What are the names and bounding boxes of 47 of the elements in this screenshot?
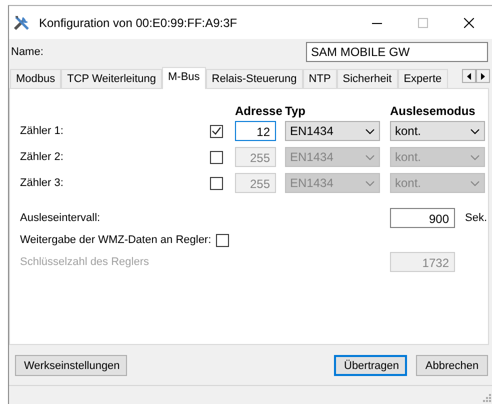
window-title: Konfiguration von 00:E0:99:FF:A9:3F bbox=[39, 16, 238, 30]
maximize-icon bbox=[418, 18, 428, 28]
meter-label: Zähler 2: bbox=[20, 151, 64, 163]
chevron-down-icon bbox=[470, 180, 480, 186]
checkmark-icon bbox=[212, 127, 221, 135]
chevron-down-icon bbox=[470, 154, 480, 160]
checkbox[interactable] bbox=[210, 176, 223, 190]
interval-field[interactable]: 900 bbox=[390, 208, 455, 228]
forward-label: Weitergabe der WMZ-Daten an Regler: bbox=[20, 234, 212, 246]
close-icon bbox=[464, 18, 474, 28]
tab[interactable]: Modbus bbox=[10, 69, 62, 88]
left-triangle-icon bbox=[467, 72, 471, 80]
tab[interactable]: Relais-Steuerung bbox=[206, 69, 303, 88]
scroll-left-button[interactable] bbox=[462, 69, 476, 83]
dialog-button[interactable]: Übertragen bbox=[334, 355, 407, 376]
meter-label: Zähler 3: bbox=[20, 177, 64, 189]
address-field[interactable]: 12 bbox=[235, 121, 276, 141]
tab[interactable]: TCP Weiterleitung bbox=[61, 69, 162, 88]
scroll-right-button[interactable] bbox=[476, 69, 490, 83]
tab[interactable]: Sicherheit bbox=[336, 69, 398, 88]
chevron-down-icon bbox=[365, 128, 375, 134]
name-label: Name: bbox=[11, 46, 44, 58]
column-header: Typ bbox=[285, 104, 306, 118]
dialog-button[interactable]: Abbrechen bbox=[416, 355, 488, 376]
chevron-down-icon bbox=[365, 180, 375, 186]
meter-label: Zähler 1: bbox=[20, 125, 64, 137]
interval-label: Ausleseintervall: bbox=[20, 212, 102, 224]
chevron-down-icon bbox=[365, 154, 375, 160]
column-header: Adresse bbox=[235, 104, 282, 118]
unit-label: Sek. bbox=[465, 212, 488, 224]
chevron-down-icon bbox=[470, 128, 480, 134]
mode-dropdown[interactable]: kont. bbox=[390, 121, 485, 141]
checkbox[interactable] bbox=[210, 124, 223, 138]
tools-icon bbox=[13, 14, 31, 32]
name-field[interactable]: SAM MOBILE GW bbox=[306, 42, 488, 62]
right-triangle-icon bbox=[481, 72, 485, 80]
key-label: Schlüsselzahl des Reglers bbox=[20, 256, 150, 268]
tab[interactable]: NTP bbox=[302, 69, 337, 88]
checkbox[interactable] bbox=[210, 150, 223, 164]
key-field: 1732 bbox=[390, 252, 455, 272]
checkbox[interactable] bbox=[216, 234, 230, 246]
resize-grip-icon[interactable] bbox=[483, 394, 491, 402]
tab[interactable]: Experte bbox=[398, 69, 448, 88]
dialog-button[interactable]: Werkseinstellungen bbox=[15, 355, 127, 376]
column-header: Auslesemodus bbox=[390, 104, 476, 118]
type-dropdown[interactable]: EN1434 bbox=[285, 121, 380, 141]
tab[interactable]: M-Bus bbox=[162, 67, 206, 89]
